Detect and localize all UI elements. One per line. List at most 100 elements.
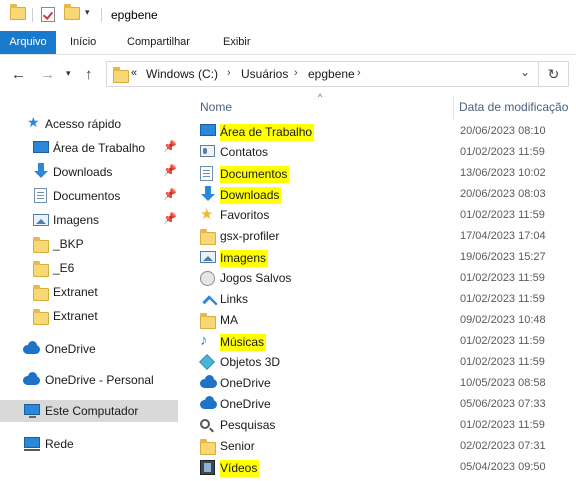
computer-icon <box>24 404 40 418</box>
nav-item-documentos[interactable]: Documentos 📌 <box>0 185 178 207</box>
nav-label: Este Computador <box>45 404 139 418</box>
file-name: Objetos 3D <box>220 355 281 369</box>
pin-icon[interactable]: 📌 <box>163 188 177 201</box>
nav-onedrive-personal[interactable]: OneDrive - Personal <box>0 369 178 391</box>
nav-label: OneDrive <box>45 342 96 356</box>
nav-this-pc[interactable]: Este Computador <box>0 400 178 422</box>
breadcrumb-epgbene[interactable]: epgbene <box>308 67 355 81</box>
forward-arrow-icon[interactable]: → <box>40 66 55 83</box>
contact-icon <box>200 145 215 160</box>
file-name: Senior <box>220 439 255 453</box>
properties-check-icon[interactable] <box>41 7 55 25</box>
file-row[interactable]: Documentos 13/06/2023 10:02 <box>188 163 576 184</box>
folder-icon <box>33 285 49 304</box>
nav-item-extranet[interactable]: Extranet <box>0 305 178 327</box>
nav-label: _BKP <box>53 237 84 251</box>
file-date: 01/02/2023 11:59 <box>460 146 545 158</box>
column-header-date-modified[interactable]: Data de modificação <box>459 100 568 114</box>
file-row[interactable]: OneDrive 05/06/2023 07:33 <box>188 394 576 415</box>
cloud-icon <box>23 372 40 388</box>
pin-icon[interactable]: 📌 <box>163 164 177 177</box>
up-arrow-icon[interactable]: ↑ <box>85 66 93 83</box>
recent-locations-chevron-icon[interactable]: ▾ <box>66 68 71 79</box>
folder-icon <box>33 309 49 328</box>
file-date: 02/02/2023 07:31 <box>460 440 546 452</box>
ribbon-tabs: Arquivo Início Compartilhar Exibir <box>0 31 576 55</box>
file-name: Músicas <box>220 334 267 351</box>
nav-label: OneDrive - Personal <box>45 373 154 387</box>
file-row[interactable]: Contatos 01/02/2023 11:59 <box>188 142 576 163</box>
nav-item-extranet[interactable]: Extranet <box>0 281 178 303</box>
refresh-icon: ↻ <box>547 66 560 82</box>
toolbar-divider <box>32 8 33 22</box>
breadcrumb-usuarios[interactable]: Usuários <box>241 67 288 81</box>
window-title: epgbene <box>111 8 158 22</box>
tab-arquivo[interactable]: Arquivo <box>0 31 56 54</box>
refresh-button[interactable]: ↻ <box>539 61 569 87</box>
column-header-name[interactable]: Nome <box>200 100 232 114</box>
nav-item-e6[interactable]: _E6 <box>0 257 178 279</box>
nav-onedrive[interactable]: OneDrive <box>0 338 178 360</box>
nav-label: _E6 <box>53 261 75 275</box>
toolbar-divider <box>101 8 102 22</box>
file-date: 20/06/2023 08:03 <box>460 188 546 200</box>
music-icon: ♪ <box>200 332 208 349</box>
file-row[interactable]: gsx-profiler 17/04/2023 17:04 <box>188 226 576 247</box>
customize-toolbar-icon[interactable]: ▾ <box>85 7 90 18</box>
file-date: 20/06/2023 08:10 <box>460 125 546 137</box>
3d-objects-icon <box>199 354 215 372</box>
file-name: gsx-profiler <box>220 229 280 243</box>
file-row[interactable]: Links 01/02/2023 11:59 <box>188 289 576 310</box>
tab-inicio[interactable]: Início <box>70 31 96 54</box>
file-row[interactable]: Downloads 20/06/2023 08:03 <box>188 184 576 205</box>
file-row[interactable]: OneDrive 10/05/2023 08:58 <box>188 373 576 394</box>
network-icon <box>24 437 40 451</box>
link-icon <box>200 292 215 310</box>
file-name: Downloads <box>220 187 282 204</box>
cloud-icon <box>23 341 40 357</box>
file-row[interactable]: Pesquisas 01/02/2023 11:59 <box>188 415 576 436</box>
address-bar[interactable]: « Windows (C:) › Usuários › epgbene › ⌄ <box>106 61 539 87</box>
image-icon <box>200 251 216 266</box>
new-folder-icon[interactable] <box>64 4 80 23</box>
nav-item-area-de-trabalho[interactable]: Área de Trabalho 📌 <box>0 137 178 159</box>
file-row[interactable]: Área de Trabalho 20/06/2023 08:10 <box>188 121 576 142</box>
folder-icon <box>200 439 216 458</box>
column-divider[interactable] <box>453 97 454 119</box>
file-date: 09/02/2023 10:48 <box>460 314 546 326</box>
document-icon <box>34 188 47 206</box>
nav-item-bkp[interactable]: _BKP <box>0 233 178 255</box>
nav-network[interactable]: Rede <box>0 433 178 455</box>
breadcrumb-separator-icon[interactable]: › <box>227 67 231 79</box>
tab-compartilhar[interactable]: Compartilhar <box>127 31 190 54</box>
tab-exibir[interactable]: Exibir <box>223 31 251 54</box>
breadcrumb-separator-icon[interactable]: › <box>294 67 298 79</box>
nav-quick-access[interactable]: ★ Acesso rápido <box>0 113 178 135</box>
file-name: Favoritos <box>220 208 270 222</box>
file-row[interactable]: Vídeos 05/04/2023 09:50 <box>188 457 576 478</box>
star-icon: ★ <box>200 206 214 223</box>
sort-up-icon: ^ <box>318 92 323 102</box>
nav-item-imagens[interactable]: Imagens 📌 <box>0 209 178 231</box>
pin-icon[interactable]: 📌 <box>163 212 177 225</box>
file-row[interactable]: Jogos Salvos 01/02/2023 11:59 <box>188 268 576 289</box>
pin-icon[interactable]: 📌 <box>163 140 177 153</box>
address-dropdown-icon[interactable]: ⌄ <box>520 65 530 79</box>
breadcrumb-overflow[interactable]: « <box>131 67 137 79</box>
file-date: 05/06/2023 07:33 <box>460 398 546 410</box>
back-arrow-icon[interactable]: ← <box>11 66 26 83</box>
file-date: 01/02/2023 11:59 <box>460 419 545 431</box>
file-row[interactable]: MA 09/02/2023 10:48 <box>188 310 576 331</box>
nav-label: Downloads <box>53 165 113 179</box>
file-date: 10/05/2023 08:58 <box>460 377 546 389</box>
breadcrumb-separator-icon[interactable]: › <box>357 67 361 79</box>
folder-icon[interactable] <box>10 4 26 23</box>
file-name: Vídeos <box>220 460 260 477</box>
file-row[interactable]: Objetos 3D 01/02/2023 11:59 <box>188 352 576 373</box>
file-row[interactable]: ★ Favoritos 01/02/2023 11:59 <box>188 205 576 226</box>
nav-item-downloads[interactable]: Downloads 📌 <box>0 161 178 183</box>
file-row[interactable]: ♪ Músicas 01/02/2023 11:59 <box>188 331 576 352</box>
breadcrumb-windows-c[interactable]: Windows (C:) <box>146 67 218 81</box>
file-row[interactable]: Imagens 19/06/2023 15:27 <box>188 247 576 268</box>
file-row[interactable]: Senior 02/02/2023 07:31 <box>188 436 576 457</box>
